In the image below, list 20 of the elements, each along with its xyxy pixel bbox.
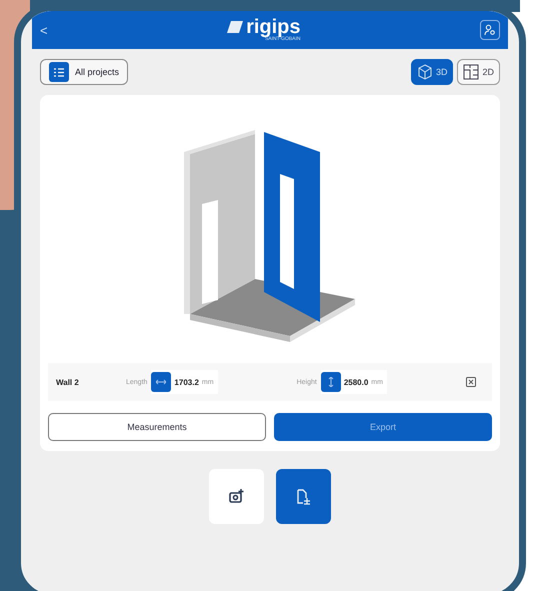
vertical-arrow-icon — [328, 377, 334, 387]
add-file-icon — [296, 488, 310, 504]
wall-name: Wall 2 — [56, 378, 80, 386]
floor-plan-icon — [463, 64, 480, 80]
cube-icon — [416, 64, 433, 80]
all-projects-button[interactable]: All projects — [40, 59, 128, 85]
view-tab[interactable]: 3D — [410, 59, 454, 85]
horizontal-arrow-icon — [156, 379, 166, 385]
add-file-button[interactable] — [276, 469, 331, 524]
logo-text: rigips — [246, 18, 301, 36]
measurements-button[interactable]: Measurements — [48, 413, 266, 441]
user-settings-icon — [484, 24, 496, 36]
close-icon[interactable] — [466, 377, 476, 387]
add-photo-icon — [228, 489, 244, 504]
add-photo-button[interactable] — [209, 469, 264, 524]
back-button[interactable]: < — [40, 22, 48, 38]
user-settings-button[interactable] — [480, 20, 500, 40]
list-icon — [54, 68, 64, 76]
logo-icon — [227, 21, 244, 33]
view-tab[interactable]: 2D — [457, 59, 500, 85]
